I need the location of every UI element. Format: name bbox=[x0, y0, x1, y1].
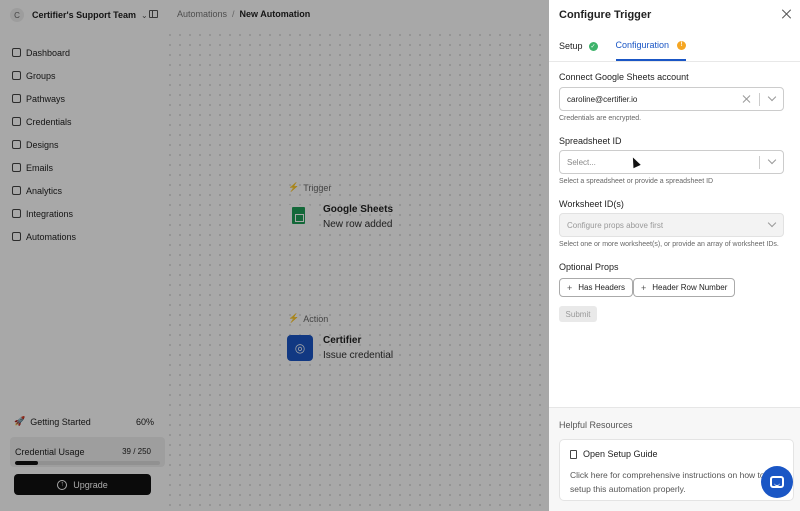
submit-button[interactable]: Submit bbox=[559, 306, 597, 322]
helpful-resources: Helpful Resources Open Setup Guide Click… bbox=[549, 407, 800, 511]
tab-configuration-label: Configuration bbox=[615, 40, 670, 50]
setup-guide-card[interactable]: Open Setup Guide Click here for comprehe… bbox=[559, 439, 794, 501]
close-icon[interactable] bbox=[781, 8, 793, 20]
worksheet-label: Worksheet ID(s) bbox=[559, 199, 624, 209]
add-has-headers-button[interactable]: + Has Headers bbox=[559, 278, 633, 297]
chat-launcher-button[interactable] bbox=[761, 466, 793, 498]
configure-trigger-panel: Configure Trigger Setup ✓ Configuration … bbox=[549, 0, 800, 511]
plus-icon: + bbox=[567, 282, 573, 293]
setup-guide-title: Open Setup Guide bbox=[583, 449, 658, 459]
check-circle-icon: ✓ bbox=[588, 41, 598, 51]
worksheet-help: Select one or more worksheet(s), or prov… bbox=[559, 241, 779, 248]
chevron-down-icon bbox=[767, 218, 777, 228]
tab-setup[interactable]: Setup ✓ bbox=[559, 36, 598, 56]
chevron-down-icon[interactable] bbox=[767, 92, 777, 102]
resources-title: Helpful Resources bbox=[559, 420, 633, 430]
tab-setup-label: Setup bbox=[559, 41, 583, 51]
spreadsheet-label: Spreadsheet ID bbox=[559, 136, 622, 146]
spreadsheet-help: Select a spreadsheet or provide a spread… bbox=[559, 178, 714, 185]
chevron-down-icon[interactable] bbox=[767, 155, 777, 165]
spreadsheet-select[interactable]: Select... bbox=[559, 150, 784, 174]
worksheet-placeholder: Configure props above first bbox=[567, 220, 664, 230]
account-select[interactable]: caroline@certifier.io bbox=[559, 87, 784, 111]
document-icon bbox=[570, 450, 577, 459]
clear-icon[interactable] bbox=[742, 94, 752, 104]
tab-configuration[interactable]: Configuration ! bbox=[615, 36, 687, 61]
prop-label: Has Headers bbox=[578, 283, 625, 292]
account-value: caroline@certifier.io bbox=[567, 94, 638, 104]
account-help: Credentials are encrypted. bbox=[559, 115, 642, 122]
worksheet-select[interactable]: Configure props above first bbox=[559, 213, 784, 237]
tabs-divider bbox=[549, 61, 800, 62]
spreadsheet-placeholder: Select... bbox=[567, 157, 596, 167]
modal-overlay[interactable] bbox=[0, 0, 549, 511]
chat-icon bbox=[770, 476, 784, 488]
setup-guide-description: Click here for comprehensive instruction… bbox=[570, 470, 765, 494]
select-divider bbox=[759, 156, 760, 169]
select-divider bbox=[759, 93, 760, 106]
optional-props-label: Optional Props bbox=[559, 262, 619, 272]
account-label: Connect Google Sheets account bbox=[559, 72, 689, 82]
prop-label: Header Row Number bbox=[652, 283, 728, 292]
warning-icon: ! bbox=[677, 40, 687, 50]
plus-icon: + bbox=[641, 282, 647, 293]
panel-title: Configure Trigger bbox=[559, 9, 652, 21]
panel-tabs: Setup ✓ Configuration ! bbox=[559, 36, 704, 61]
add-header-row-number-button[interactable]: + Header Row Number bbox=[633, 278, 736, 297]
